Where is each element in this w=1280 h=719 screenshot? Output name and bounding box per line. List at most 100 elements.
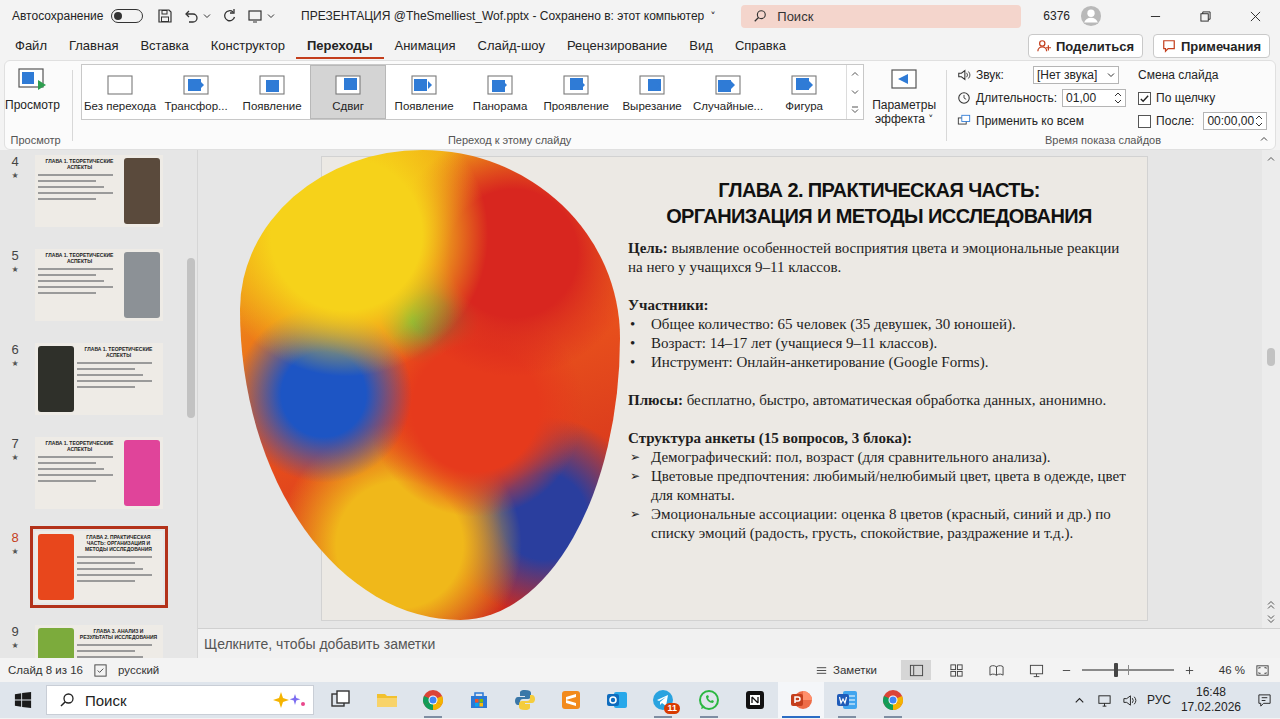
slideshow-start-icon[interactable] <box>247 8 263 24</box>
ribbon-tab[interactable]: Файл <box>4 33 58 59</box>
taskbar-app[interactable] <box>824 682 870 718</box>
preview-button[interactable]: Просмотр <box>5 64 60 112</box>
transition-option[interactable]: Появление <box>234 65 310 119</box>
on-click-row[interactable]: По щелчку <box>1138 87 1267 109</box>
effect-options-button[interactable]: Параметры эффекта ˅ <box>868 64 940 127</box>
ribbon-tab[interactable]: Переходы <box>296 33 384 59</box>
spellcheck-icon[interactable] <box>93 663 108 678</box>
scroll-down-icon[interactable] <box>850 87 860 97</box>
taskbar-app[interactable] <box>870 682 916 718</box>
transition-option[interactable]: Вырезание <box>614 65 690 119</box>
autosave[interactable]: Автосохранение <box>0 9 143 23</box>
sorter-view-button[interactable] <box>941 660 971 680</box>
customize-toolbar-icon[interactable] <box>267 12 275 20</box>
spinner-arrows-icon[interactable] <box>1255 114 1263 128</box>
collapse-ribbon-icon[interactable] <box>1259 134 1269 144</box>
search-box[interactable]: Поиск <box>741 5 1021 28</box>
previous-slide-icon[interactable] <box>1266 600 1276 610</box>
zoom-thumb[interactable] <box>1114 663 1118 677</box>
taskbar-app[interactable] <box>456 682 502 718</box>
language[interactable]: русский <box>118 664 159 676</box>
comments-button[interactable]: Примечания <box>1153 34 1270 58</box>
next-slide-icon[interactable] <box>1266 614 1276 624</box>
transition-option[interactable]: Сдвиг <box>310 65 386 119</box>
close-button[interactable] <box>1230 0 1280 32</box>
taskbar-app[interactable] <box>594 682 640 718</box>
scroll-up-icon[interactable] <box>1266 154 1276 164</box>
slide-thumbnail-frame[interactable]: ГЛАВА 1. ТЕОРЕТИЧЕСКИЕ АСПЕКТЫ <box>30 338 168 420</box>
after-input[interactable]: 00:00,00 <box>1203 112 1267 130</box>
show-hidden-icons-icon[interactable] <box>1072 693 1087 708</box>
transition-option[interactable]: Фигура <box>766 65 842 119</box>
taskbar-app[interactable] <box>318 682 364 718</box>
slide-text-box[interactable]: ГЛАВА 2. ПРАКТИЧЕСКАЯ ЧАСТЬ:ОРГАНИЗАЦИЯ … <box>620 157 1147 620</box>
minimize-button[interactable] <box>1130 0 1180 32</box>
clock[interactable]: 16:4817.02.2026 <box>1181 685 1241 715</box>
transition-option[interactable]: Панорама <box>462 65 538 119</box>
zoom-out-icon[interactable] <box>1061 665 1072 676</box>
transition-option[interactable]: Без перехода <box>82 65 158 119</box>
slide-thumbnail-item[interactable]: 6★ГЛАВА 1. ТЕОРЕТИЧЕСКИЕ АСПЕКТЫ <box>0 338 187 432</box>
start-button[interactable] <box>0 682 46 718</box>
scroll-up-icon[interactable] <box>850 69 860 79</box>
ribbon-tab[interactable]: Конструктор <box>200 33 296 59</box>
ribbon-tab[interactable]: Вид <box>678 33 724 59</box>
taskbar-app[interactable] <box>502 682 548 718</box>
ribbon-tab[interactable]: Слайд-шоу <box>467 33 556 59</box>
on-click-checkbox[interactable] <box>1138 92 1151 105</box>
apply-all-button[interactable]: Применить ко всем <box>957 110 1126 132</box>
slide-thumbnail-frame[interactable]: ГЛАВА 1. ТЕОРЕТИЧЕСКИЕ АСПЕКТЫ <box>30 244 168 326</box>
transition-option[interactable]: Случайные... <box>690 65 766 119</box>
scroll-thumb[interactable] <box>1267 348 1275 366</box>
taskbar-app[interactable] <box>548 682 594 718</box>
ribbon-tab[interactable]: Анимация <box>384 33 467 59</box>
zoom-in-icon[interactable] <box>1184 665 1195 676</box>
transition-option[interactable]: Трансфор... <box>158 65 234 119</box>
document-title[interactable]: ПРЕЗЕНТАЦИЯ @TheSmelliest_Wof.pptx - Сох… <box>275 9 741 23</box>
zoom-slider[interactable] <box>1082 669 1174 671</box>
zoom-level[interactable]: 46 % <box>1205 664 1245 676</box>
transition-option[interactable]: Проявление <box>538 65 614 119</box>
gallery-expand-icon[interactable] <box>850 105 860 115</box>
duration-input[interactable]: 01,00 <box>1062 89 1126 107</box>
normal-view-button[interactable] <box>901 660 931 680</box>
slide-thumbnail-item[interactable]: 9★ГЛАВА 3. АНАЛИЗ И РЕЗУЛЬТАТЫ ИССЛЕДОВА… <box>0 620 187 658</box>
taskbar-app[interactable] <box>778 682 824 718</box>
taskbar-app[interactable]: 11 <box>640 682 686 718</box>
restore-button[interactable] <box>1180 0 1230 32</box>
slide-thumbnail-frame[interactable]: ГЛАВА 3. АНАЛИЗ И РЕЗУЛЬТАТЫ ИССЛЕДОВАНИ… <box>30 620 168 658</box>
taskbar-search[interactable]: Поиск <box>46 685 314 715</box>
undo-dropdown-icon[interactable] <box>203 12 211 20</box>
fit-to-window-icon[interactable] <box>1255 663 1270 678</box>
notes-toggle[interactable]: Заметки <box>814 663 877 678</box>
reading-view-button[interactable] <box>981 660 1011 680</box>
slide[interactable]: ГЛАВА 2. ПРАКТИЧЕСКАЯ ЧАСТЬ:ОРГАНИЗАЦИЯ … <box>322 157 1147 620</box>
slide-thumbnail-frame[interactable]: ГЛАВА 1. ТЕОРЕТИЧЕСКИЕ АСПЕКТЫ <box>30 432 168 514</box>
transition-option[interactable]: Появление <box>386 65 462 119</box>
input-language[interactable]: РУС <box>1147 693 1171 707</box>
taskbar-app[interactable] <box>364 682 410 718</box>
volume-icon[interactable] <box>1122 693 1137 708</box>
redo-icon[interactable] <box>221 8 237 24</box>
save-icon[interactable] <box>157 8 173 24</box>
ribbon-tab[interactable]: Рецензирование <box>556 33 678 59</box>
network-icon[interactable] <box>1097 693 1112 708</box>
slide-thumbnail-frame[interactable]: ГЛАВА 2. ПРАКТИЧЕСКАЯ ЧАСТЬ: ОРГАНИЗАЦИЯ… <box>30 526 168 608</box>
slide-thumbnail-frame[interactable]: ГЛАВА 1. ТЕОРЕТИЧЕСКИЕ АСПЕКТЫ <box>30 150 168 232</box>
notes-pane[interactable]: Щелкните, чтобы добавить заметки <box>198 628 1280 658</box>
slide-thumbnail-item[interactable]: 7★ГЛАВА 1. ТЕОРЕТИЧЕСКИЕ АСПЕКТЫ <box>0 432 187 526</box>
sound-dropdown[interactable]: [Нет звука] <box>1033 66 1119 84</box>
undo-icon[interactable] <box>183 8 199 24</box>
slide-thumbnail-item[interactable]: 5★ГЛАВА 1. ТЕОРЕТИЧЕСКИЕ АСПЕКТЫ <box>0 244 187 338</box>
ribbon-tab[interactable]: Главная <box>58 33 129 59</box>
taskbar-app[interactable] <box>732 682 778 718</box>
ribbon-tab[interactable]: Справка <box>724 33 797 59</box>
taskbar-app[interactable] <box>410 682 456 718</box>
after-checkbox[interactable] <box>1138 115 1151 128</box>
notification-center-icon[interactable] <box>1257 693 1272 708</box>
autosave-toggle[interactable] <box>111 9 143 23</box>
slide-thumbnail-item[interactable]: 4★ГЛАВА 1. ТЕОРЕТИЧЕСКИЕ АСПЕКТЫ <box>0 150 187 244</box>
pane-scroll-thumb[interactable] <box>187 258 195 418</box>
slide-thumbnail-item[interactable]: 8★ГЛАВА 2. ПРАКТИЧЕСКАЯ ЧАСТЬ: ОРГАНИЗАЦ… <box>0 526 187 620</box>
share-button[interactable]: Поделиться <box>1028 34 1143 58</box>
